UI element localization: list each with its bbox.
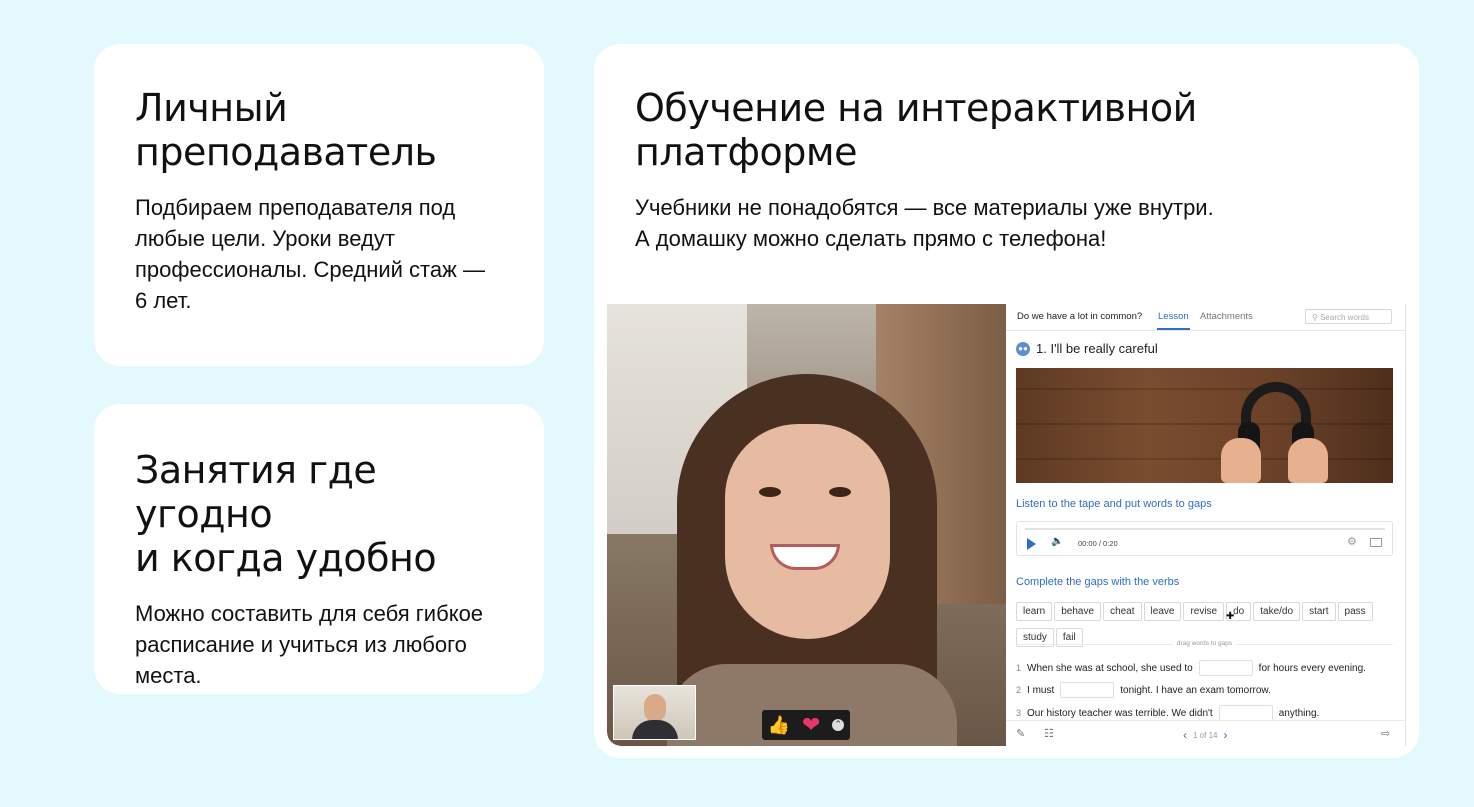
gap-drop-field[interactable] bbox=[1198, 660, 1253, 676]
sentence-text: I must bbox=[1027, 684, 1055, 696]
sentence-text: for hours every evening. bbox=[1258, 662, 1366, 674]
card-description: Можно составить для себя гибкое расписан… bbox=[135, 601, 484, 688]
card-personal-tutor: Личный преподаватель Подбираем преподава… bbox=[94, 44, 544, 366]
headphones-photo bbox=[1016, 368, 1393, 483]
gap-drop-field[interactable] bbox=[1060, 682, 1115, 698]
sentence-text: When she was at school, she used to bbox=[1027, 662, 1193, 674]
gap-sentence: 3 Our history teacher was terrible. We d… bbox=[1016, 705, 1319, 721]
teacher-head bbox=[644, 694, 666, 722]
audio-progress-bar[interactable] bbox=[1025, 528, 1385, 530]
card-title-line1: Занятия где угодно bbox=[135, 448, 377, 536]
card-description-line1: Учебники не понадобятся — все материалы … bbox=[635, 195, 1214, 220]
gear-icon[interactable]: ⚙ bbox=[1347, 535, 1357, 548]
reactions-bar: 👍 ❤ ⌃ bbox=[762, 710, 850, 740]
card-description: Учебники не понадобятся — все материалы … bbox=[635, 192, 1379, 254]
tab-attachments[interactable]: Attachments bbox=[1200, 311, 1253, 322]
play-icon[interactable] bbox=[1027, 538, 1036, 550]
listen-instruction: Listen to the tape and put words to gaps bbox=[1016, 498, 1212, 510]
exercise-title-text: 1. I'll be really careful bbox=[1036, 341, 1158, 356]
hand bbox=[1288, 438, 1328, 483]
card-title-line2: и когда удобно bbox=[135, 536, 437, 580]
search-icon: ⚲ bbox=[1312, 313, 1318, 322]
chevron-left-icon[interactable]: ‹ bbox=[1183, 728, 1187, 742]
student-face bbox=[725, 424, 890, 639]
gap-sentence: 1 When she was at school, she used to fo… bbox=[1016, 660, 1366, 676]
captions-icon[interactable] bbox=[1370, 538, 1382, 547]
word-chip[interactable]: behave bbox=[1054, 602, 1102, 621]
heart-icon[interactable]: ❤ bbox=[802, 713, 820, 738]
card-title-line1: Личный bbox=[135, 86, 288, 130]
platform-screenshot: 👍 ❤ ⌃ Do we have a lot in common? Lesson… bbox=[607, 304, 1406, 746]
hand bbox=[1221, 438, 1261, 483]
sentence-number: 1 bbox=[1016, 663, 1022, 673]
sentence-text: anything. bbox=[1278, 707, 1320, 719]
card-title: Личный преподаватель bbox=[135, 86, 504, 174]
gap-sentence: 2 I must tonight. I have an exam tomorro… bbox=[1016, 682, 1271, 698]
glasses-icon: ●● bbox=[1016, 341, 1030, 356]
card-description: Подбираем преподавателя под любые цели. … bbox=[135, 195, 485, 313]
tab-course[interactable]: Do we have a lot in common? bbox=[1017, 311, 1142, 322]
audio-player: 🔈 00:00 / 0:20 ⚙ bbox=[1016, 521, 1393, 556]
student-eye bbox=[759, 487, 781, 497]
complete-instruction: Complete the gaps with the verbs bbox=[1016, 576, 1180, 588]
word-chip[interactable]: learn bbox=[1016, 602, 1053, 621]
word-chip[interactable]: revise bbox=[1183, 602, 1225, 621]
search-placeholder: Search words bbox=[1320, 313, 1370, 322]
wood-grain bbox=[1016, 388, 1393, 390]
gap-drop-field[interactable] bbox=[1218, 705, 1273, 721]
card-title: Обучение на интерактивной платформе bbox=[635, 86, 1379, 174]
card-description-line2: А домашку можно сделать прямо с телефона… bbox=[635, 226, 1107, 251]
sentence-number: 3 bbox=[1016, 708, 1022, 718]
sentence-text: Our history teacher was terrible. We did… bbox=[1027, 707, 1213, 719]
drag-hint: drag words to gaps bbox=[1016, 640, 1393, 652]
word-chip[interactable]: take/do bbox=[1253, 602, 1301, 621]
word-chip[interactable]: pass bbox=[1337, 602, 1373, 621]
drag-hint-text: drag words to gaps bbox=[1172, 640, 1237, 647]
teacher-pip-video[interactable] bbox=[613, 685, 696, 740]
word-chip[interactable]: cheat bbox=[1103, 602, 1142, 621]
more-reactions-icon[interactable]: ⌃ bbox=[832, 719, 845, 731]
exercise-title: ●● 1. I'll be really careful bbox=[1016, 341, 1158, 356]
student-eye bbox=[829, 487, 851, 497]
card-anywhere-anytime: Занятия где угодно и когда удобно Можно … bbox=[94, 404, 544, 694]
lesson-panel: Do we have a lot in common? Lesson Attac… bbox=[1006, 304, 1406, 746]
tab-lesson[interactable]: Lesson bbox=[1158, 311, 1189, 322]
card-title-line2: платформе bbox=[635, 130, 857, 174]
lesson-footer: ✎ ☷ ‹ 1 of 14 › ⇨ bbox=[1006, 720, 1406, 746]
page-indicator: 1 of 14 bbox=[1193, 730, 1218, 740]
audio-time: 00:00 / 0:20 bbox=[1078, 539, 1118, 548]
teacher-body bbox=[632, 720, 678, 739]
wood-grain bbox=[1016, 458, 1393, 460]
wood-grain bbox=[1016, 423, 1393, 425]
pager: ‹ 1 of 14 › bbox=[1177, 728, 1233, 742]
thumbs-up-icon[interactable]: 👍 bbox=[768, 715, 790, 736]
word-chip[interactable]: leave bbox=[1143, 602, 1182, 621]
chevron-right-icon[interactable]: › bbox=[1223, 728, 1227, 742]
move-cursor-icon: ✚ bbox=[1226, 611, 1235, 622]
sentence-number: 2 bbox=[1016, 685, 1022, 695]
exit-icon[interactable]: ⇨ bbox=[1381, 727, 1390, 740]
card-title-line1: Обучение на интерактивной bbox=[635, 86, 1197, 130]
notes-icon[interactable]: ☷ bbox=[1044, 727, 1054, 740]
lesson-tabs: Do we have a lot in common? Lesson Attac… bbox=[1006, 304, 1406, 331]
pencil-icon[interactable]: ✎ bbox=[1016, 727, 1025, 740]
volume-icon[interactable]: 🔈 bbox=[1051, 536, 1063, 547]
card-title-line2: преподаватель bbox=[135, 130, 437, 174]
active-tab-indicator bbox=[1157, 328, 1190, 330]
search-input[interactable]: ⚲ Search words bbox=[1305, 309, 1392, 324]
card-title: Занятия где угодно и когда удобно bbox=[135, 448, 504, 580]
word-chip[interactable]: start bbox=[1302, 602, 1336, 621]
sentence-text: tonight. I have an exam tomorrow. bbox=[1120, 684, 1271, 696]
video-call: 👍 ❤ ⌃ bbox=[607, 304, 1006, 746]
